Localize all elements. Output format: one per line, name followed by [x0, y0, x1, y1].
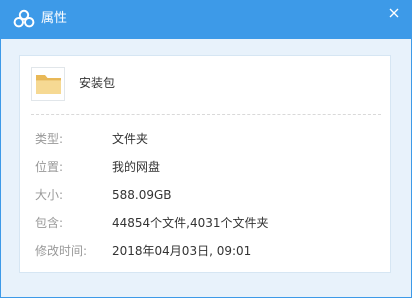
folder-icon — [36, 75, 61, 94]
window-title: 属性 — [41, 11, 68, 26]
properties-panel: 安装包 类型: 文件夹 位置: 我的网盘 大小: 588.09GB 包含: 44… — [19, 55, 391, 273]
close-icon[interactable] — [383, 5, 405, 21]
property-value: 44854个文件,4031个文件夹 — [112, 216, 269, 230]
property-value: 文件夹 — [112, 132, 149, 146]
folder-thumbnail — [31, 67, 65, 101]
properties-dialog: 属性 安装包 类型: 文件夹 位置: 我的网盘 大小: 588.09GB 包含:… — [0, 0, 412, 298]
property-label: 修改时间: — [35, 244, 88, 258]
property-value: 588.09GB — [112, 188, 172, 202]
property-label: 类型: — [35, 132, 64, 146]
baidu-netdisk-logo-icon — [13, 9, 35, 28]
title-bar[interactable]: 属性 — [1, 1, 411, 39]
item-name: 安装包 — [79, 76, 116, 90]
property-label: 大小: — [35, 188, 64, 202]
divider — [31, 114, 381, 115]
property-label: 包含: — [35, 216, 64, 230]
property-value: 2018年04月03日, 09:01 — [112, 244, 252, 258]
property-label: 位置: — [35, 160, 64, 174]
property-value: 我的网盘 — [112, 160, 161, 174]
